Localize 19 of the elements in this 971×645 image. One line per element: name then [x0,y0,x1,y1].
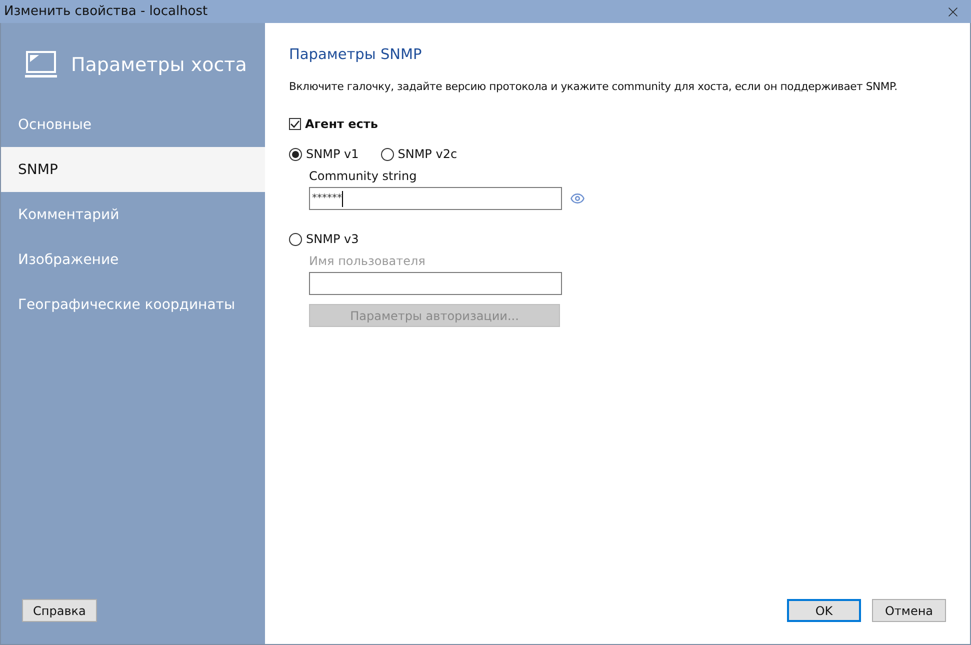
description: Включите галочку, задайте версию протокола и укажите community для хоста, если он поддерживает SNMP. [289,80,898,93]
sidebar-item[interactable]: SNMP [1,147,265,192]
window-title: Изменить свойства - localhost [4,4,208,19]
dialog-button[interactable]: Отмена [872,599,946,622]
input-field[interactable] [309,272,562,295]
check-icon [290,120,300,128]
field-label: Имя пользователя [309,254,426,268]
sidebar-title: Параметры хоста [71,54,247,76]
field-label: Community string [309,169,418,183]
input-field[interactable]: ****** [309,187,562,210]
section-title: Параметры SNMP [289,47,423,63]
checkbox-label: Агент есть [305,117,378,131]
dialog-button[interactable]: OK [787,599,861,622]
help-button[interactable]: Справка [22,599,97,622]
radio-button[interactable]: SNMP v2c [380,147,458,161]
laptop-icon [25,51,57,78]
eye-icon[interactable] [570,191,585,206]
checkbox[interactable] [289,118,301,130]
radio-button[interactable]: SNMP v1 [289,147,359,161]
